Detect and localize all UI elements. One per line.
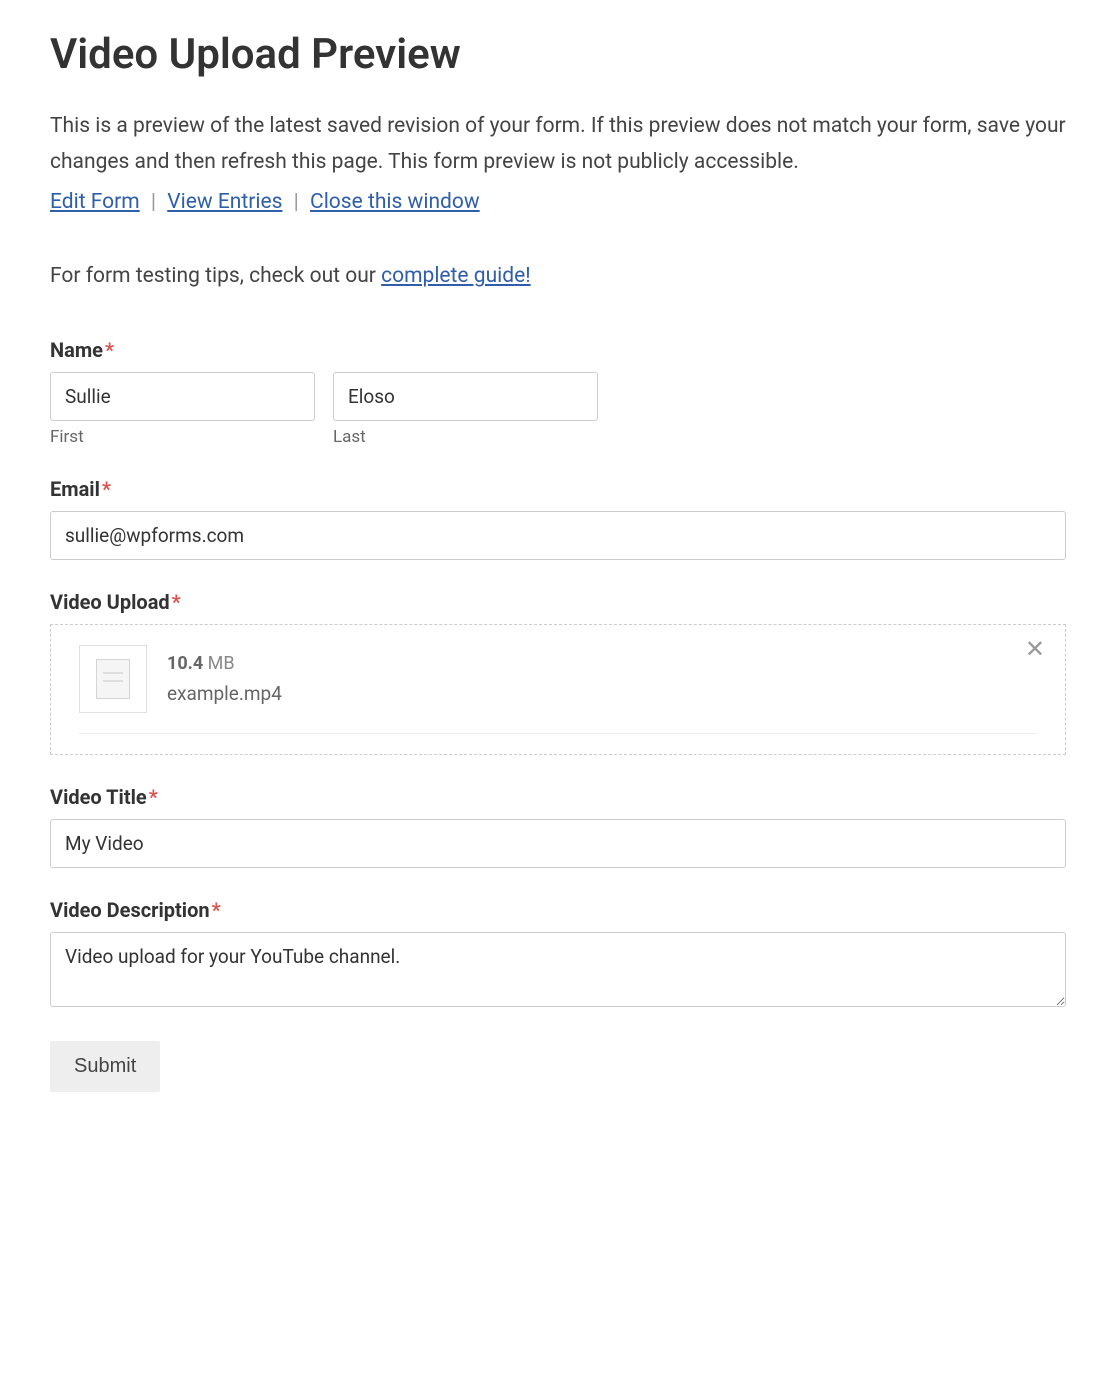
complete-guide-link[interactable]: complete guide! [381, 264, 531, 288]
video-description-label: Video Description* [50, 898, 1066, 922]
video-description-textarea[interactable]: Video upload for your YouTube channel. [50, 932, 1066, 1007]
last-name-sublabel: Last [333, 427, 598, 447]
file-thumbnail-icon [79, 645, 147, 713]
close-window-link[interactable]: Close this window [310, 190, 480, 214]
last-name-input[interactable] [333, 372, 598, 421]
first-name-input[interactable] [50, 372, 315, 421]
required-indicator: * [212, 898, 221, 922]
upload-dropzone[interactable]: 10.4 MB example.mp4 ✕ [50, 624, 1066, 755]
view-entries-link[interactable]: View Entries [167, 190, 282, 214]
name-label: Name* [50, 338, 1066, 362]
action-links: Edit Form | View Entries | Close this wi… [50, 190, 1066, 214]
name-field: Name* First Last [50, 338, 1066, 447]
file-size: 10.4 MB [167, 653, 1037, 674]
separator: | [151, 190, 156, 214]
video-upload-field: Video Upload* 10.4 MB example.mp4 ✕ [50, 590, 1066, 755]
intro-text: This is a preview of the latest saved re… [50, 109, 1066, 180]
tips-prefix: For form testing tips, check out our [50, 264, 381, 288]
email-input[interactable] [50, 511, 1066, 560]
video-title-input[interactable] [50, 819, 1066, 868]
separator: | [294, 190, 299, 214]
video-upload-label: Video Upload* [50, 590, 1066, 614]
page-title: Video Upload Preview [50, 30, 1066, 79]
submit-button[interactable]: Submit [50, 1041, 160, 1092]
required-indicator: * [102, 477, 111, 501]
email-field: Email* [50, 477, 1066, 560]
video-title-field: Video Title* [50, 785, 1066, 868]
required-indicator: * [172, 590, 181, 614]
testing-tips: For form testing tips, check out our com… [50, 264, 1066, 288]
required-indicator: * [149, 785, 158, 809]
video-title-label: Video Title* [50, 785, 1066, 809]
required-indicator: * [105, 338, 114, 362]
remove-file-icon[interactable]: ✕ [1025, 637, 1045, 661]
file-name: example.mp4 [167, 682, 1037, 705]
edit-form-link[interactable]: Edit Form [50, 190, 140, 214]
uploaded-file-row: 10.4 MB example.mp4 ✕ [79, 645, 1037, 734]
video-description-field: Video Description* Video upload for your… [50, 898, 1066, 1011]
email-label: Email* [50, 477, 1066, 501]
first-name-sublabel: First [50, 427, 315, 447]
